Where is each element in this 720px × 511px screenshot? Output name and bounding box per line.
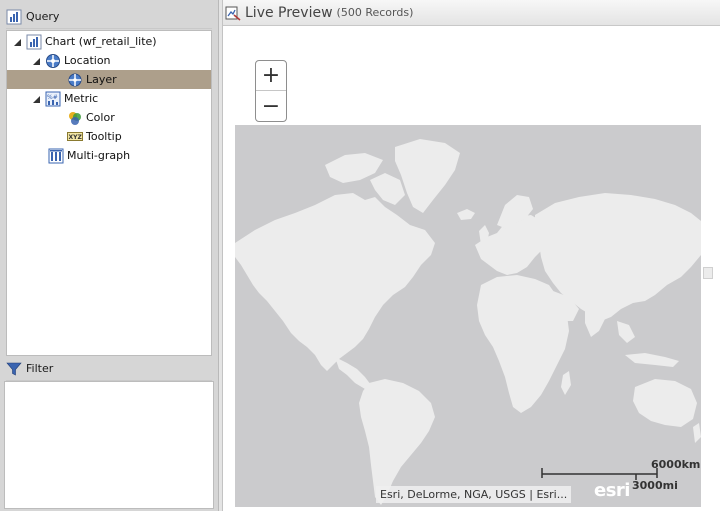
expand-arrow-icon[interactable]: [32, 94, 41, 103]
live-preview-pane: Live Preview (500 Records) + − Esri, DeL…: [223, 0, 720, 511]
tree-item-metric[interactable]: %# Metric: [7, 89, 211, 108]
indonesia: [625, 353, 679, 367]
expand-arrow-icon[interactable]: [13, 37, 22, 46]
filter-panel-title: Filter: [26, 362, 54, 375]
tree-item-label: Chart (wf_retail_lite): [45, 35, 157, 48]
preview-icon: [225, 5, 241, 21]
tree-item-color[interactable]: Color: [7, 108, 211, 127]
tree-item-label: Color: [86, 111, 115, 124]
query-pane: Query Chart (wf_retail_lite) Location La…: [0, 0, 219, 511]
tree-item-label: Tooltip: [86, 130, 122, 143]
metric-icon: %#: [45, 91, 61, 107]
north-america-landmass: [235, 193, 435, 371]
tree-item-label: Multi-graph: [67, 149, 131, 162]
multigraph-icon: [48, 148, 64, 164]
tree-item-tooltip[interactable]: XYZ Tooltip: [7, 127, 211, 146]
layer-icon: [67, 72, 83, 88]
color-palette-icon: [67, 110, 83, 126]
filter-panel-header: Filter: [6, 357, 212, 381]
live-preview-header: Live Preview (500 Records): [223, 0, 720, 26]
chart-icon: [26, 34, 42, 50]
madagascar: [561, 371, 571, 395]
filter-drop-area[interactable]: [4, 381, 214, 509]
australia: [633, 379, 697, 427]
chart-icon: [6, 9, 22, 25]
tree-item-label: Location: [64, 54, 111, 67]
svg-text:%#: %#: [47, 94, 58, 101]
query-panel-header: Query: [6, 5, 212, 29]
funnel-icon: [6, 361, 22, 377]
live-preview-title: Live Preview: [245, 4, 333, 21]
tooltip-icon: XYZ: [67, 129, 83, 145]
record-count: (500 Records): [336, 6, 414, 19]
map-edge-handle[interactable]: [703, 267, 713, 279]
new-zealand: [693, 423, 701, 443]
tree-item-chart[interactable]: Chart (wf_retail_lite): [7, 32, 211, 51]
tree-item-multigraph[interactable]: Multi-graph: [7, 146, 211, 165]
world-map-basemap: [235, 139, 701, 505]
query-panel-title: Query: [26, 10, 60, 23]
query-tree: Chart (wf_retail_lite) Location Layer %#…: [6, 30, 212, 356]
location-icon: [45, 53, 61, 69]
tree-item-label: Layer: [86, 73, 117, 86]
zoom-control: + −: [255, 60, 287, 122]
scale-mi-label: 3000mi: [632, 479, 678, 492]
iceland: [457, 209, 475, 220]
svg-text:XYZ: XYZ: [69, 134, 83, 141]
central-america: [335, 357, 371, 389]
zoom-out-button[interactable]: −: [256, 91, 286, 121]
tree-item-label: Metric: [64, 92, 99, 105]
expand-arrow-icon[interactable]: [32, 56, 41, 65]
tree-item-location[interactable]: Location: [7, 51, 211, 70]
world-map[interactable]: Esri, DeLorme, NGA, USGS | Esri... esri: [235, 125, 701, 507]
zoom-in-button[interactable]: +: [256, 61, 286, 91]
greenland: [395, 139, 460, 213]
scale-km-label: 6000km: [651, 458, 701, 471]
tree-item-layer[interactable]: Layer: [7, 70, 211, 89]
southeast-asia: [617, 321, 635, 343]
